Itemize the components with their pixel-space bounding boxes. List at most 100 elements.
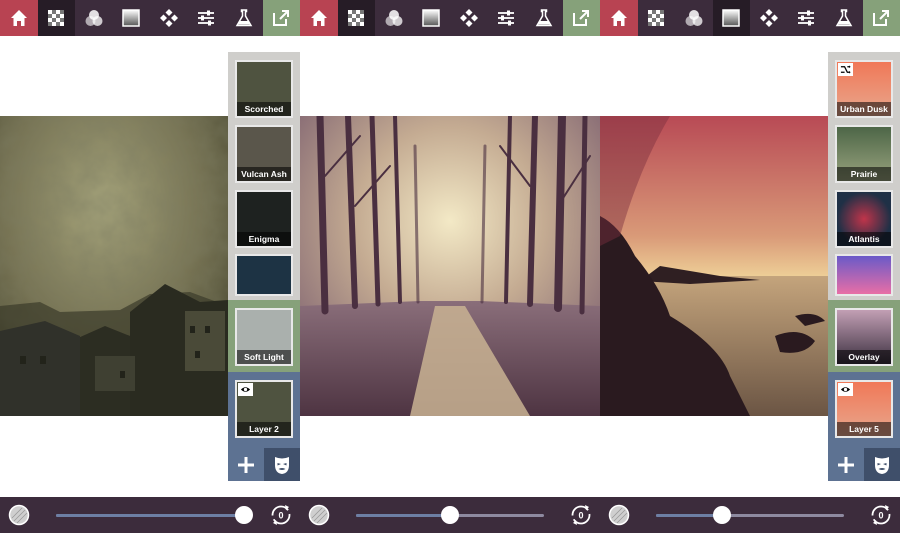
- top-toolbar: [0, 0, 300, 36]
- mask-button[interactable]: [864, 448, 900, 481]
- lab-icon: [535, 9, 553, 27]
- thumb-label: Overlay: [837, 350, 891, 364]
- plus-icon: [238, 456, 254, 473]
- add-layer-button[interactable]: [228, 448, 264, 481]
- lab-button[interactable]: [225, 0, 263, 36]
- opacity-slider[interactable]: [56, 514, 244, 517]
- gradients-button[interactable]: [712, 0, 750, 36]
- blend-mode-thumb[interactable]: Soft Light: [235, 308, 293, 366]
- reset-icon[interactable]: 0: [270, 504, 292, 526]
- slider-thumb[interactable]: [441, 506, 459, 524]
- plus-icon: [838, 456, 854, 473]
- texture-thumb[interactable]: Vulcan Ash: [235, 125, 293, 183]
- add-layer-button[interactable]: [828, 448, 864, 481]
- gradient-thumb[interactable]: Atlantis: [835, 190, 893, 248]
- eye-icon[interactable]: [238, 383, 253, 396]
- gradient-thumb[interactable]: Urban Dusk: [835, 60, 893, 118]
- layer-thumb[interactable]: Layer 5: [835, 380, 893, 438]
- layers-sidebar: Scorched Vulcan Ash Enigma Soft Light La…: [228, 52, 300, 481]
- coast-sunset-image: [600, 116, 828, 416]
- home-icon: [610, 10, 627, 26]
- adjustments-button[interactable]: [188, 0, 226, 36]
- gradient-thumb[interactable]: Prairie: [835, 125, 893, 183]
- home-icon: [10, 10, 27, 26]
- colors-button[interactable]: [375, 0, 413, 36]
- thumb-label: Scorched: [237, 102, 291, 116]
- colors-button[interactable]: [675, 0, 713, 36]
- opacity-slider[interactable]: [656, 514, 844, 517]
- bottom-bar: 0: [600, 497, 900, 533]
- svg-text:0: 0: [878, 511, 883, 521]
- texture-thumb[interactable]: Enigma: [235, 190, 293, 248]
- bottom-bar: 0: [300, 497, 600, 533]
- overlays-button[interactable]: [450, 0, 488, 36]
- blend-circle-icon[interactable]: [8, 504, 30, 526]
- slider-fill: [656, 514, 722, 517]
- textures-icon: [348, 10, 365, 26]
- home-button[interactable]: [300, 0, 338, 36]
- textures-icon: [48, 10, 65, 26]
- colors-icon: [685, 10, 703, 26]
- panel-1: Scorched Vulcan Ash Enigma Soft Light La…: [0, 0, 300, 533]
- mask-button[interactable]: [264, 448, 300, 481]
- reset-icon[interactable]: 0: [870, 504, 892, 526]
- export-button[interactable]: [862, 0, 900, 36]
- adjustments-button[interactable]: [488, 0, 526, 36]
- slider-fill: [56, 514, 244, 517]
- colors-button[interactable]: [75, 0, 113, 36]
- colors-icon: [85, 10, 103, 26]
- layer-thumb[interactable]: Layer 2: [235, 380, 293, 438]
- slider-thumb[interactable]: [712, 506, 731, 524]
- overlays-icon: [759, 9, 778, 27]
- texture-thumb[interactable]: [235, 254, 293, 296]
- reset-icon[interactable]: 0: [570, 504, 592, 526]
- canvas-photo[interactable]: [0, 116, 228, 416]
- canvas-photo[interactable]: [600, 116, 828, 416]
- overlays-icon: [159, 9, 178, 27]
- overlays-button[interactable]: [150, 0, 188, 36]
- export-button[interactable]: [262, 0, 300, 36]
- home-button[interactable]: [600, 0, 638, 36]
- gradients-button[interactable]: [413, 0, 451, 36]
- top-toolbar: [600, 0, 900, 36]
- textures-button[interactable]: [37, 0, 75, 36]
- blend-circle-icon[interactable]: [308, 504, 330, 526]
- shuffle-icon[interactable]: [838, 63, 853, 76]
- gradient-thumb[interactable]: [835, 254, 893, 296]
- export-button[interactable]: [562, 0, 600, 36]
- svg-text:0: 0: [578, 511, 583, 521]
- mask-icon: [875, 456, 889, 474]
- overlays-button[interactable]: [750, 0, 788, 36]
- lab-button[interactable]: [525, 0, 563, 36]
- gradients-icon: [122, 9, 140, 27]
- grunge-texture-image: [0, 116, 228, 416]
- slider-thumb[interactable]: [235, 506, 253, 524]
- thumb-label: Vulcan Ash: [237, 167, 291, 181]
- thumb-label: Prairie: [837, 167, 891, 181]
- overlays-icon: [459, 9, 478, 27]
- blend-mode-thumb[interactable]: Overlay: [835, 308, 893, 366]
- blend-circle-icon[interactable]: [608, 504, 630, 526]
- mask-icon: [275, 456, 289, 474]
- export-icon: [573, 10, 590, 26]
- thumb-label: Atlantis: [837, 232, 891, 246]
- bottom-bar: 0: [0, 497, 300, 533]
- adjustments-icon: [198, 10, 215, 26]
- eye-icon[interactable]: [838, 383, 853, 396]
- lab-button[interactable]: [825, 0, 863, 36]
- home-button[interactable]: [0, 0, 38, 36]
- colors-icon: [385, 10, 403, 26]
- texture-thumb[interactable]: Scorched: [235, 60, 293, 118]
- lab-icon: [235, 9, 253, 27]
- lab-icon: [835, 9, 853, 27]
- thumb-label: Layer 2: [237, 422, 291, 436]
- gradients-button[interactable]: [113, 0, 151, 36]
- panel-3: Urban Dusk Prairie Atlantis Overlay Laye…: [600, 0, 900, 533]
- gradients-icon: [722, 9, 740, 27]
- adjustments-button[interactable]: [788, 0, 826, 36]
- textures-button[interactable]: [638, 0, 676, 36]
- adjustments-icon: [498, 10, 515, 26]
- canvas-photo[interactable]: [300, 116, 600, 416]
- textures-button[interactable]: [337, 0, 375, 36]
- panel-2: 0: [300, 0, 600, 533]
